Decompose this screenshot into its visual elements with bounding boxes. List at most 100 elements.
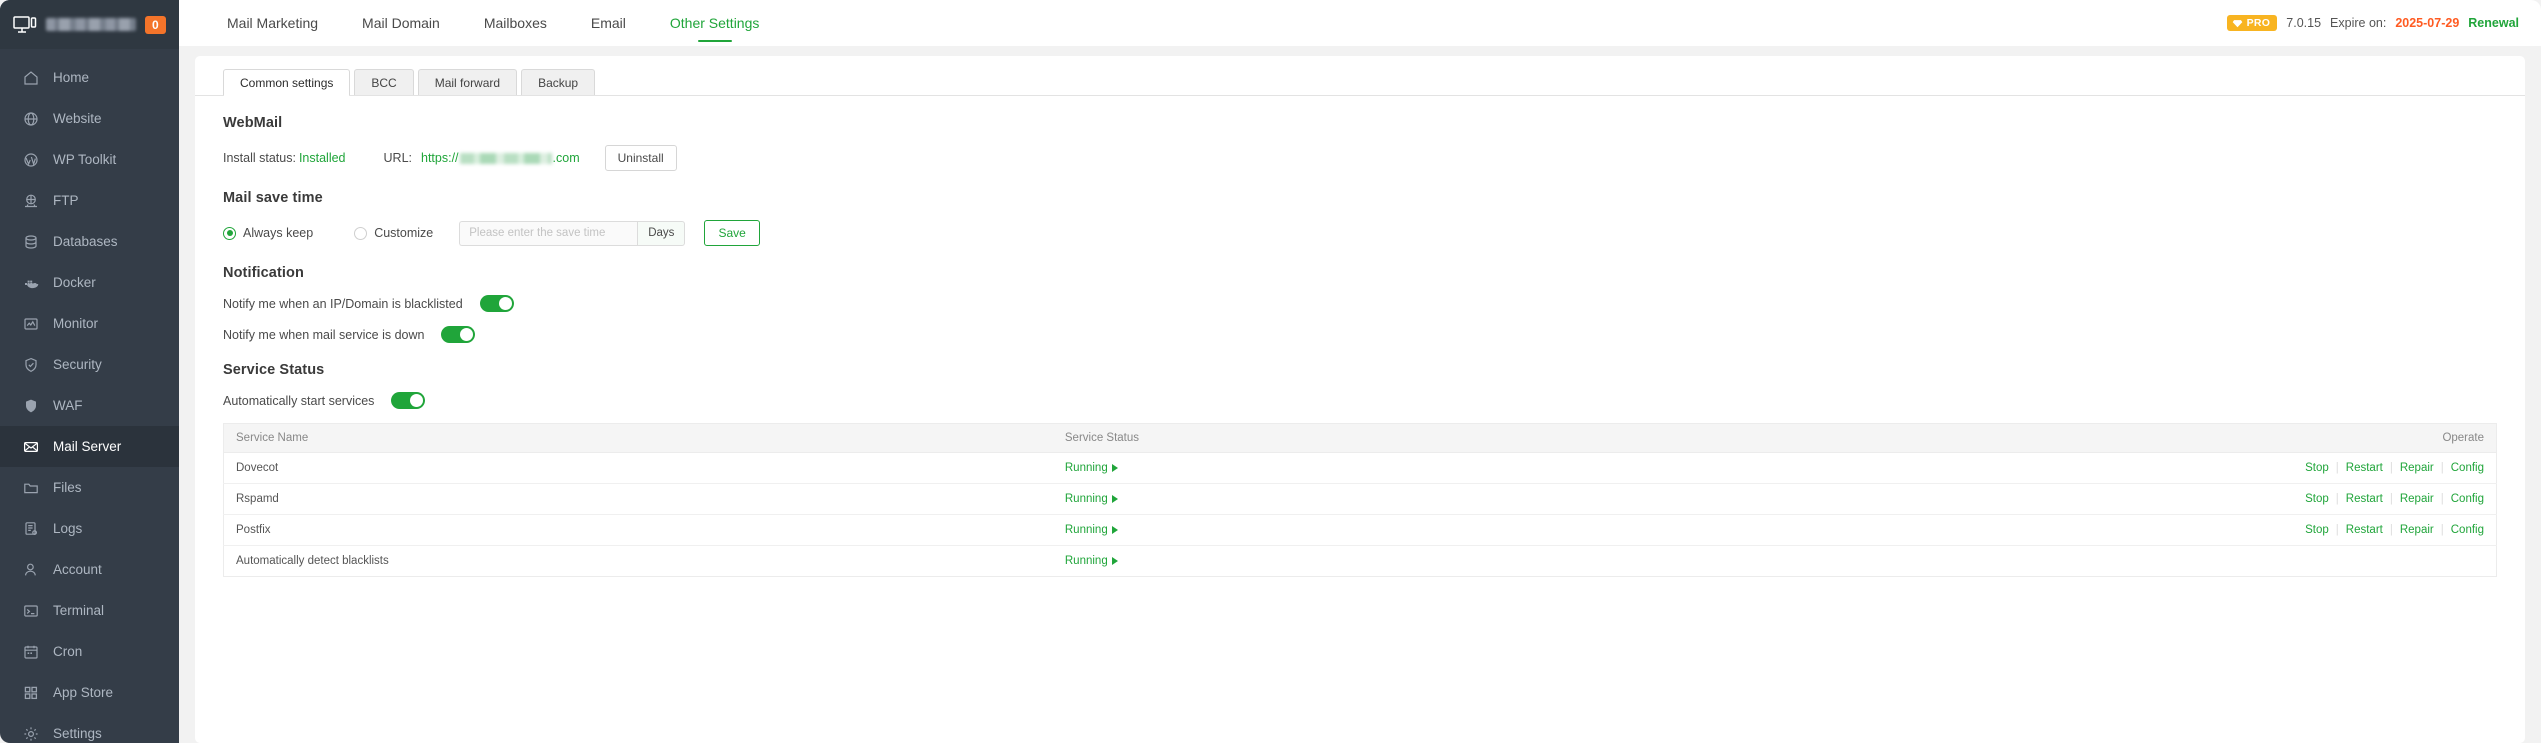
sidebar-item-label: WP Toolkit: [53, 152, 117, 167]
subtab-mail-forward[interactable]: Mail forward: [417, 69, 518, 95]
tab-mailboxes[interactable]: Mailboxes: [462, 0, 569, 46]
sidebar-item-label: Databases: [53, 234, 118, 249]
cell-service-name: Automatically detect blacklists: [236, 555, 389, 567]
status-running: Running: [1065, 524, 1118, 536]
url-label: URL:: [383, 151, 412, 165]
op-repair[interactable]: Repair: [2393, 493, 2441, 505]
tab-mail-marketing[interactable]: Mail Marketing: [205, 0, 340, 46]
tab-label: Other Settings: [669, 15, 760, 31]
status-label: Running: [1064, 555, 1108, 567]
tab-mail-domain[interactable]: Mail Domain: [340, 0, 462, 46]
subtab-label: Backup: [538, 75, 579, 90]
play-icon: [1111, 495, 1118, 503]
content-card: Common settings BCC Mail forward Backup …: [195, 56, 2525, 743]
save-time-input[interactable]: [459, 220, 638, 246]
sidebar-item-home[interactable]: Home: [0, 57, 179, 98]
expire-label: Expire on:: [2330, 16, 2387, 30]
table-row: Postfix Running Stop | Restart | Repair | Conf…: [223, 514, 2497, 546]
sidebar-item-databases[interactable]: Databases: [0, 221, 179, 262]
sidebar-item-security[interactable]: Security: [0, 344, 179, 385]
status-label: Running: [1064, 493, 1108, 505]
col-operate: Operate: [1512, 423, 2497, 453]
cell-service-status: Running: [1053, 546, 1512, 577]
op-repair[interactable]: Repair: [2393, 462, 2441, 474]
op-restart[interactable]: Restart: [2339, 524, 2390, 536]
wordpress-icon: [22, 151, 39, 168]
install-status-label: Install status:: [223, 151, 296, 165]
table-row: Rspamd Running Stop | Restart | Repair | Confi…: [223, 483, 2497, 515]
operate-links: Stop | Restart | Repair | Config: [2298, 462, 2484, 474]
pro-label: PRO: [2246, 17, 2271, 29]
calendar-icon: [22, 643, 39, 660]
subtab-backup[interactable]: Backup: [521, 69, 596, 95]
radio-indicator: [354, 226, 368, 240]
op-restart[interactable]: Restart: [2339, 462, 2390, 474]
sidebar-item-account[interactable]: Account: [0, 549, 179, 590]
uninstall-button[interactable]: Uninstall: [604, 145, 677, 171]
sidebar-item-label: Terminal: [53, 603, 105, 618]
radio-customize[interactable]: Customize: [354, 226, 433, 240]
col-service-status: Service Status: [1052, 423, 1513, 453]
subtab-bcc[interactable]: BCC: [354, 69, 414, 95]
toggle-auto-start-services[interactable]: [391, 392, 426, 409]
sidebar-item-docker[interactable]: Docker: [0, 262, 179, 303]
mail-save-time-section-title: Mail save time: [223, 190, 323, 206]
radio-label: Always keep: [243, 226, 314, 240]
webmail-url[interactable]: https:// .com: [421, 151, 580, 165]
save-time-input-group: Days: [459, 220, 686, 246]
cell-service-name: Postfix: [223, 514, 1053, 546]
operate-links: Stop | Restart | Repair | Config: [2298, 493, 2484, 505]
col-service-name: Service Name: [223, 423, 1053, 453]
sidebar-item-wp-toolkit[interactable]: WP Toolkit: [0, 139, 179, 180]
version-label: 7.0.15: [2286, 16, 2322, 30]
notification-section-title: Notification: [223, 265, 304, 281]
status-label: Running: [1064, 462, 1108, 474]
sidebar-item-settings[interactable]: Settings: [0, 713, 179, 743]
service-status-section-title: Service Status: [223, 362, 325, 378]
toggle-notify-blacklist[interactable]: [479, 295, 514, 312]
tab-other-settings[interactable]: Other Settings: [648, 0, 782, 46]
install-status-value: Installed: [298, 151, 346, 165]
radio-always-keep[interactable]: Always keep: [223, 226, 313, 240]
expire-date: 2025-07-29: [2395, 16, 2460, 30]
op-stop[interactable]: Stop: [2298, 493, 2336, 505]
op-stop[interactable]: Stop: [2298, 524, 2336, 536]
notification-badge[interactable]: 0: [145, 15, 166, 34]
sidebar-item-label: App Store: [53, 685, 114, 700]
status-label: Running: [1064, 524, 1108, 536]
status-running: Running: [1065, 493, 1118, 505]
sidebar-item-label: Home: [53, 70, 90, 85]
toggle-notify-service-down[interactable]: [441, 326, 476, 343]
op-config[interactable]: Config: [2444, 493, 2484, 505]
sidebar-item-mail-server[interactable]: Mail Server: [0, 426, 179, 467]
url-prefix: https://: [421, 151, 459, 165]
url-redacted: [459, 152, 552, 164]
sidebar-item-ftp[interactable]: FTP: [0, 180, 179, 221]
operate-links: Stop | Restart | Repair | Config: [2298, 524, 2484, 536]
table-row: Dovecot Running Stop | Restart | Repair | Conf…: [223, 452, 2497, 484]
sidebar-item-monitor[interactable]: Monitor: [0, 303, 179, 344]
sidebar-item-label: Logs: [53, 521, 83, 536]
save-button[interactable]: Save: [704, 220, 760, 246]
op-restart[interactable]: Restart: [2339, 493, 2390, 505]
sidebar-item-terminal[interactable]: Terminal: [0, 590, 179, 631]
sidebar-item-app-store[interactable]: App Store: [0, 672, 179, 713]
op-repair[interactable]: Repair: [2393, 524, 2441, 536]
status-running: Running: [1065, 555, 1118, 567]
tab-email[interactable]: Email: [569, 0, 648, 46]
play-icon: [1111, 526, 1118, 534]
op-stop[interactable]: Stop: [2298, 462, 2336, 474]
sidebar-item-logs[interactable]: Logs: [0, 508, 179, 549]
op-config[interactable]: Config: [2444, 462, 2484, 474]
sidebar-item-website[interactable]: Website: [0, 98, 179, 139]
home-icon: [22, 69, 39, 86]
tab-label: Email: [590, 15, 626, 31]
cell-service-name: Dovecot: [223, 452, 1053, 484]
mail-save-time-row: Always keep Customize Days Save: [223, 220, 2497, 246]
subtab-common-settings[interactable]: Common settings: [223, 69, 351, 96]
sidebar-item-files[interactable]: Files: [0, 467, 179, 508]
renewal-link[interactable]: Renewal: [2468, 16, 2519, 30]
op-config[interactable]: Config: [2444, 524, 2484, 536]
sidebar-item-waf[interactable]: WAF: [0, 385, 179, 426]
sidebar-item-cron[interactable]: Cron: [0, 631, 179, 672]
